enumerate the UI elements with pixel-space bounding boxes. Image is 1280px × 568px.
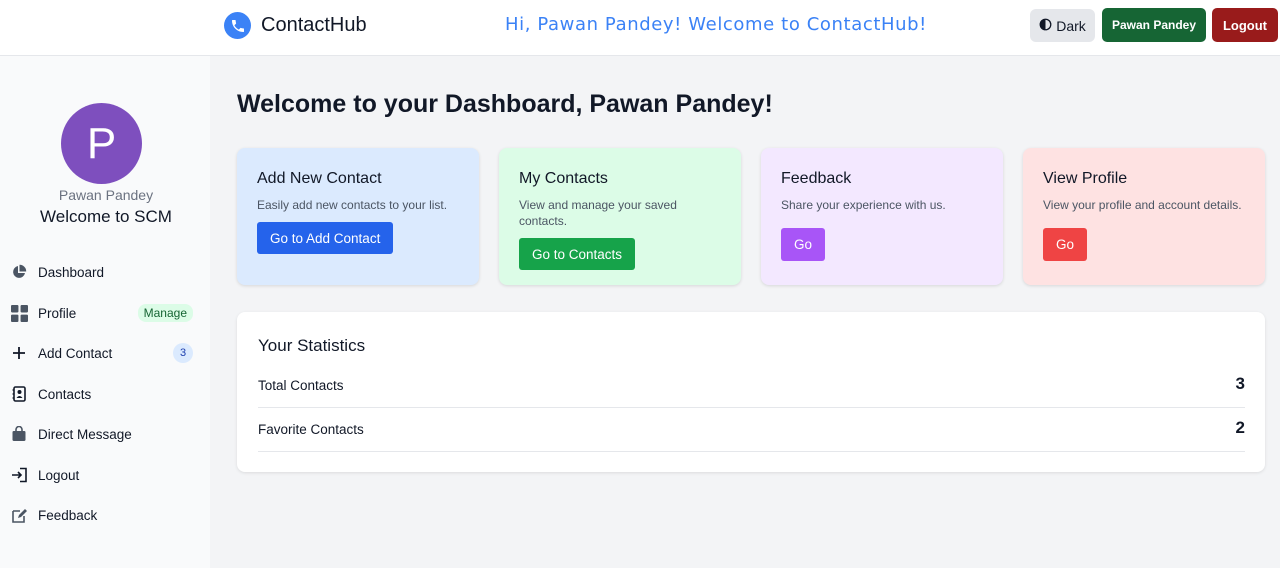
brand[interactable]: ContactHub (224, 12, 367, 39)
phone-icon (224, 12, 251, 39)
card-description: Easily add new contacts to your list. (257, 198, 448, 212)
view-profile-go-button[interactable]: Go (1043, 228, 1088, 261)
avatar[interactable]: P (61, 103, 142, 184)
manage-badge[interactable]: Manage (137, 304, 193, 322)
user-button[interactable]: Pawan Pandey (1102, 8, 1206, 42)
stat-row-total-contacts: Total Contacts 3 (258, 364, 1245, 408)
sidebar-item-label: Feedback (38, 507, 98, 523)
shopping-bag-icon (10, 425, 28, 443)
card-description: View your profile and account details. (1043, 198, 1242, 212)
card-title: View Profile (1043, 170, 1128, 187)
sidebar-item-label: Add Contact (38, 345, 113, 361)
theme-toggle-button[interactable]: Dark (1030, 9, 1095, 42)
plus-icon (10, 344, 28, 362)
stat-value: 3 (1235, 374, 1245, 393)
greeting-text: Hi, Pawan Pandey! Welcome to ContactHub! (505, 14, 927, 35)
stat-label: Favorite Contacts (258, 422, 364, 437)
sidebar-item-direct-message[interactable]: Direct Message (10, 419, 196, 449)
feedback-go-button[interactable]: Go (781, 228, 826, 261)
sidebar-item-label: Dashboard (38, 264, 105, 280)
card-title: Add New Contact (257, 170, 382, 187)
statistics-panel: Your Statistics Total Contacts 3 Favorit… (237, 312, 1265, 472)
grid-icon (10, 304, 28, 322)
sidebar-item-feedback[interactable]: Feedback (10, 500, 196, 530)
address-book-icon (10, 385, 28, 403)
sidebar-welcome: Welcome to SCM (40, 207, 172, 226)
sidebar-username: Pawan Pandey (58, 187, 154, 203)
statistics-title: Your Statistics (258, 336, 366, 355)
edit-icon (10, 506, 28, 524)
my-contacts-card: My Contacts View and manage your saved c… (499, 148, 741, 285)
sidebar-item-contacts[interactable]: Contacts (10, 379, 196, 409)
logout-button[interactable]: Logout (1212, 8, 1278, 42)
stat-value: 2 (1235, 418, 1245, 437)
theme-toggle-label: Dark (1056, 17, 1086, 34)
sidebar-item-label: Direct Message (38, 426, 132, 442)
sidebar-item-label: Profile (38, 305, 77, 321)
half-circle-icon (1039, 18, 1052, 34)
sidebar: P Pawan Pandey Welcome to SCM Dashboard … (0, 56, 210, 568)
card-description: View and manage your saved contacts. (519, 198, 677, 228)
feedback-card: Feedback Share your experience with us. … (761, 148, 1003, 285)
sign-out-icon (10, 466, 28, 484)
page-title: Welcome to your Dashboard, Pawan Pandey! (237, 90, 773, 118)
brand-name: ContactHub (261, 14, 367, 36)
card-description: Share your experience with us. (781, 198, 946, 212)
add-contact-card: Add New Contact Easily add new contacts … (237, 148, 479, 285)
go-to-add-contact-button[interactable]: Go to Add Contact (257, 222, 394, 254)
sidebar-item-dashboard[interactable]: Dashboard (10, 257, 196, 287)
stat-row-favorite-contacts: Favorite Contacts 2 (258, 408, 1245, 452)
top-navbar: ContactHub Hi, Pawan Pandey! Welcome to … (0, 0, 1280, 56)
sidebar-item-logout[interactable]: Logout (10, 460, 196, 490)
view-profile-card: View Profile View your profile and accou… (1023, 148, 1265, 285)
pie-chart-icon (10, 263, 28, 281)
sidebar-item-label: Logout (38, 467, 80, 483)
sidebar-item-profile[interactable]: Profile Manage (10, 298, 196, 328)
card-title: Feedback (781, 170, 852, 187)
count-badge: 3 (173, 343, 193, 363)
card-title: My Contacts (519, 170, 608, 187)
sidebar-item-label: Contacts (38, 386, 92, 402)
go-to-contacts-button[interactable]: Go to Contacts (519, 238, 636, 270)
sidebar-item-add-contact[interactable]: Add Contact 3 (10, 338, 196, 368)
stat-label: Total Contacts (258, 378, 344, 393)
